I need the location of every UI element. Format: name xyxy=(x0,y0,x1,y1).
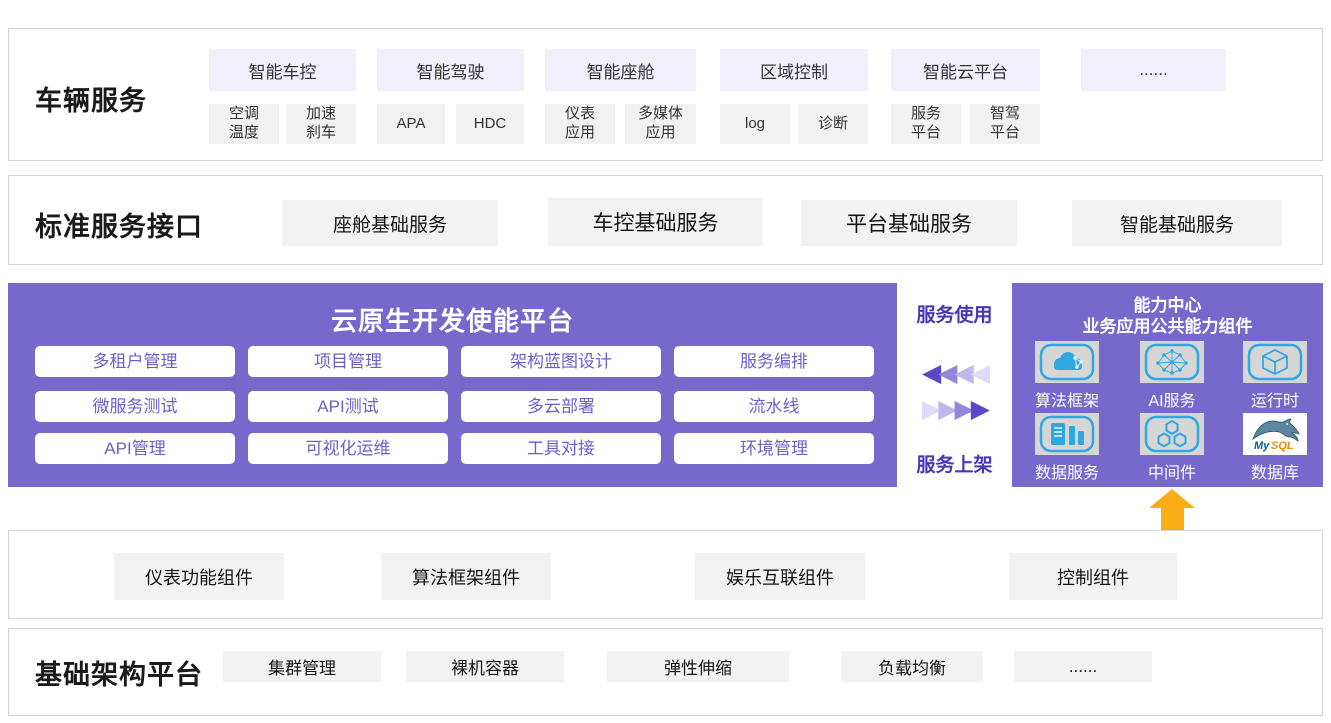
sub-item-smart-drive-platform: 智驾 平台 xyxy=(970,104,1040,144)
infra-item-load-balancing: 负载均衡 xyxy=(841,651,983,682)
platform-btn-api-mgmt: API管理 xyxy=(35,433,235,464)
vehicle-services-section: 车辆服务 智能车控 空调 温度 加速 刹车 智能驾驶 APA HDC 智能座舱 … xyxy=(8,28,1323,161)
component-item-entertainment: 娱乐互联组件 xyxy=(695,553,865,600)
component-item-instrument: 仪表功能组件 xyxy=(114,553,284,600)
capability-label-database: 数据库 xyxy=(1223,459,1327,483)
mysql-logo-text-my: My xyxy=(1254,440,1270,452)
right-arrow-icon: ▶ xyxy=(955,395,971,423)
sub-item-ac-temp: 空调 温度 xyxy=(209,104,279,144)
interface-item-platform-basic: 平台基础服务 xyxy=(801,200,1017,246)
capability-label-data-service: 数据服务 xyxy=(1015,459,1119,483)
platform-btn-env-mgmt: 环境管理 xyxy=(674,433,874,464)
group-header-zone-control: 区域控制 xyxy=(720,49,868,91)
left-arrow-icon: ◀ xyxy=(955,359,971,387)
platform-btn-api-test: API测试 xyxy=(248,391,448,422)
platform-btn-tool-integration: 工具对接 xyxy=(461,433,661,464)
platform-btn-service-orchestration: 服务编排 xyxy=(674,346,874,377)
vehicle-services-title: 车辆服务 xyxy=(35,79,147,118)
data-service-icon xyxy=(1035,413,1099,455)
cloud-native-platform-panel: 云原生开发使能平台 多租户管理 项目管理 架构蓝图设计 服务编排 微服务测试 A… xyxy=(8,283,897,487)
interface-item-cockpit-basic: 座舱基础服务 xyxy=(282,200,498,246)
infra-item-ellipsis: ...... xyxy=(1014,651,1152,682)
sub-item-accel-brake: 加速 刹车 xyxy=(286,104,356,144)
capability-label-middleware: 中间件 xyxy=(1120,459,1224,483)
group-header-smart-cockpit: 智能座舱 xyxy=(545,49,696,91)
infrastructure-section: 基础架构平台 集群管理 裸机容器 弹性伸缩 负载均衡 ...... xyxy=(8,628,1323,716)
components-section: 仪表功能组件 算法框架组件 娱乐互联组件 控制组件 xyxy=(8,530,1323,619)
standard-interface-title: 标准服务接口 xyxy=(35,205,203,244)
platform-btn-multicloud-deploy: 多云部署 xyxy=(461,391,661,422)
ai-service-icon xyxy=(1140,341,1204,383)
infra-item-cluster-mgmt: 集群管理 xyxy=(223,651,381,682)
platform-btn-multi-tenant: 多租户管理 xyxy=(35,346,235,377)
platform-btn-blueprint-design: 架构蓝图设计 xyxy=(461,346,661,377)
capability-center-panel: 能力中心 业务应用公共能力组件 xyxy=(1012,283,1323,487)
algorithm-framework-icon xyxy=(1035,341,1099,383)
cloud-native-platform-title: 云原生开发使能平台 xyxy=(8,301,897,338)
middleware-icon xyxy=(1140,413,1204,455)
capability-label-algorithm-framework: 算法框架 xyxy=(1015,387,1119,411)
sub-item-service-platform: 服务 平台 xyxy=(891,104,961,144)
group-header-smart-vehicle-control: 智能车控 xyxy=(209,49,356,91)
sub-item-apa: APA xyxy=(377,104,445,144)
sub-item-diagnosis: 诊断 xyxy=(798,104,868,144)
group-header-smart-driving: 智能驾驶 xyxy=(377,49,524,91)
sub-item-hdc: HDC xyxy=(456,104,524,144)
service-publish-arrows: ▶▶▶▶ xyxy=(897,396,1012,422)
sub-item-log: log xyxy=(720,104,790,144)
infrastructure-title: 基础架构平台 xyxy=(35,653,203,692)
interface-item-vehicle-control-basic: 车控基础服务 xyxy=(548,198,763,246)
infra-item-baremetal-container: 裸机容器 xyxy=(406,651,564,682)
right-arrow-icon: ▶ xyxy=(938,395,954,423)
infra-item-elastic-scaling: 弹性伸缩 xyxy=(607,651,789,682)
standard-interface-section: 标准服务接口 座舱基础服务 车控基础服务 平台基础服务 智能基础服务 xyxy=(8,175,1323,265)
left-arrow-icon: ◀ xyxy=(971,359,987,387)
platform-btn-pipeline: 流水线 xyxy=(674,391,874,422)
component-item-algorithm-framework: 算法框架组件 xyxy=(381,553,551,600)
architecture-diagram: 车辆服务 智能车控 空调 温度 加速 刹车 智能驾驶 APA HDC 智能座舱 … xyxy=(0,0,1331,723)
group-header-smart-cloud-platform: 智能云平台 xyxy=(891,49,1040,91)
service-use-arrows: ◀◀◀◀ xyxy=(897,360,1012,386)
right-arrow-icon: ▶ xyxy=(922,395,938,423)
interface-item-intelligent-basic: 智能基础服务 xyxy=(1072,200,1282,246)
mysql-logo-text-sql: SQL xyxy=(1271,440,1294,452)
service-publish-label: 服务上架 xyxy=(897,450,1012,477)
left-arrow-icon: ◀ xyxy=(922,359,938,387)
capability-center-title-line2: 业务应用公共能力组件 xyxy=(1012,312,1323,337)
capability-label-runtime: 运行时 xyxy=(1223,387,1327,411)
platform-btn-microservice-test: 微服务测试 xyxy=(35,391,235,422)
component-item-control: 控制组件 xyxy=(1009,553,1177,600)
right-arrow-icon: ▶ xyxy=(971,395,987,423)
service-use-label: 服务使用 xyxy=(897,300,1012,327)
group-header-ellipsis: ...... xyxy=(1081,49,1226,91)
runtime-icon xyxy=(1243,341,1307,383)
up-arrow-icon xyxy=(1149,489,1195,508)
up-arrow-shaft xyxy=(1161,507,1184,530)
left-arrow-icon: ◀ xyxy=(938,359,954,387)
mysql-database-icon: My SQL xyxy=(1243,413,1307,455)
sub-item-instrument-app: 仪表 应用 xyxy=(545,104,615,144)
platform-btn-project-mgmt: 项目管理 xyxy=(248,346,448,377)
capability-label-ai-service: AI服务 xyxy=(1120,387,1224,411)
sub-item-multimedia-app: 多媒体 应用 xyxy=(625,104,696,144)
platform-btn-visual-ops: 可视化运维 xyxy=(248,433,448,464)
